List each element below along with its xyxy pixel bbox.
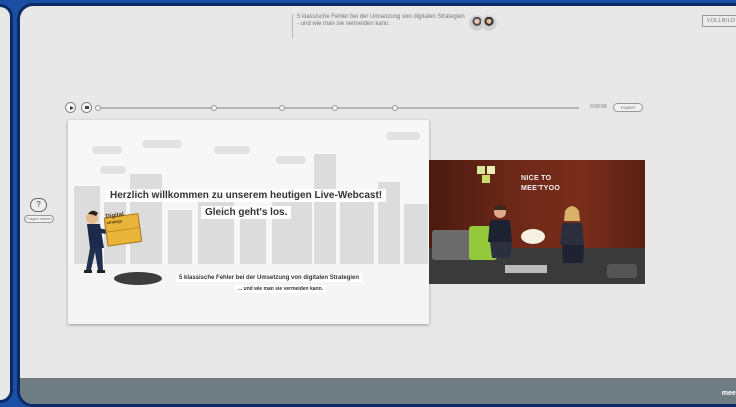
presentation-slide: Digital strategy Herzlich willkommen zu … [68, 120, 429, 324]
volume-icon[interactable] [81, 102, 92, 113]
box-label: Digital strategy [105, 212, 125, 226]
presenter-figure [488, 205, 512, 258]
fullscreen-button[interactable]: VOLLBILD [702, 15, 736, 27]
ask-question-button[interactable]: Fragen stellen [24, 215, 54, 223]
cloud-shape [100, 166, 126, 174]
studio-sign: NICE TO MEE'TYOO [521, 174, 560, 194]
cloud-shape [214, 146, 250, 154]
brand-logo: meety [721, 390, 736, 397]
studio-table [505, 265, 547, 273]
chapters-button[interactable]: Kapitel [613, 103, 643, 112]
presenter-figure [560, 206, 584, 263]
cloud-shape [92, 146, 122, 154]
slide-headline: Herzlich willkommen zu unserem heutigen … [106, 189, 387, 202]
slide-subtitle: 5 klassische Fehler bei der Umsetzung vo… [176, 274, 363, 282]
slide-headline: Gleich geht's los. [201, 206, 292, 219]
chapter-marker[interactable] [332, 105, 338, 111]
building-shape [404, 204, 428, 266]
studio-logo-icon [477, 166, 495, 183]
live-video[interactable]: NICE TO MEE'TYOO [429, 160, 645, 284]
chapter-marker[interactable] [279, 105, 285, 111]
chapter-marker[interactable] [211, 105, 217, 111]
left-side-panel [0, 4, 13, 403]
studio-sign-line: NICE TO [521, 175, 552, 182]
studio-stool [607, 264, 637, 278]
play-icon[interactable] [65, 102, 76, 113]
cloud-shape [386, 132, 420, 140]
building-shape [340, 200, 374, 266]
cloud-shape [142, 140, 182, 148]
footer-bar: meety [20, 378, 736, 404]
presenter-avatars [469, 15, 497, 31]
studio-sofa [432, 230, 472, 260]
event-header: 5 klassische Fehler bei der Umsetzung vo… [292, 14, 497, 40]
webcast-window: 5 klassische Fehler bei der Umsetzung vo… [17, 3, 736, 407]
slide-tagline: ... und wie man sie vermeiden kann. [235, 285, 327, 293]
building-shape [314, 154, 336, 266]
chapter-marker[interactable] [95, 105, 101, 111]
building-shape [168, 210, 192, 266]
presenter-avatar [481, 15, 497, 31]
header-divider [292, 14, 293, 38]
studio-lamp [521, 229, 545, 244]
studio-sign-line: MEE'TYOO [521, 185, 561, 192]
event-title: 5 klassische Fehler bei der Umsetzung vo… [297, 14, 465, 27]
progress-track[interactable] [95, 105, 579, 111]
playback-time: 0:00:58 [590, 104, 607, 110]
question-icon[interactable]: ? [30, 198, 47, 212]
cloud-shape [276, 156, 306, 164]
chapter-marker[interactable] [392, 105, 398, 111]
player-controls: 0:00:58 Kapitel [65, 102, 647, 116]
